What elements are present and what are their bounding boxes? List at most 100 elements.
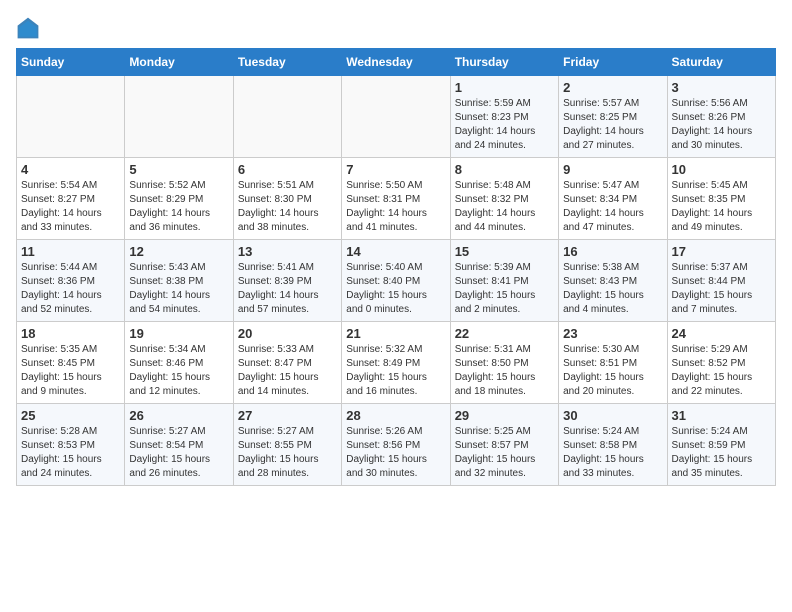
calendar-cell	[342, 76, 450, 158]
calendar-cell: 5 Sunrise: 5:52 AM Sunset: 8:29 PM Daylig…	[125, 158, 233, 240]
calendar-cell: 19 Sunrise: 5:34 AM Sunset: 8:46 PM Dayli…	[125, 322, 233, 404]
week-row-1: 1 Sunrise: 5:59 AM Sunset: 8:23 PM Daylig…	[17, 76, 776, 158]
calendar-cell: 14 Sunrise: 5:40 AM Sunset: 8:40 PM Dayli…	[342, 240, 450, 322]
day-number: 6	[238, 162, 337, 177]
day-info: Sunrise: 5:26 AM Sunset: 8:56 PM Dayligh…	[346, 425, 445, 481]
header	[16, 16, 776, 40]
day-info: Sunrise: 5:51 AM Sunset: 8:30 PM Dayligh…	[238, 179, 337, 235]
day-number: 1	[455, 80, 554, 95]
calendar-cell: 1 Sunrise: 5:59 AM Sunset: 8:23 PM Daylig…	[450, 76, 558, 158]
calendar-table: SundayMondayTuesdayWednesdayThursdayFrid…	[16, 48, 776, 486]
day-number: 20	[238, 326, 337, 341]
day-info: Sunrise: 5:40 AM Sunset: 8:40 PM Dayligh…	[346, 261, 445, 317]
calendar-cell: 26 Sunrise: 5:27 AM Sunset: 8:54 PM Dayli…	[125, 404, 233, 486]
calendar-cell: 4Sunrise: 5:54 AM Sunset: 8:27 PM Daylig…	[17, 158, 125, 240]
day-number: 28	[346, 408, 445, 423]
day-info: Sunrise: 5:37 AM Sunset: 8:44 PM Dayligh…	[672, 261, 771, 317]
day-number: 2	[563, 80, 662, 95]
calendar-cell: 31 Sunrise: 5:24 AM Sunset: 8:59 PM Dayli…	[667, 404, 775, 486]
day-info: Sunrise: 5:47 AM Sunset: 8:34 PM Dayligh…	[563, 179, 662, 235]
calendar-cell: 22Sunrise: 5:31 AM Sunset: 8:50 PM Dayli…	[450, 322, 558, 404]
day-info: Sunrise: 5:44 AM Sunset: 8:36 PM Dayligh…	[21, 261, 120, 317]
day-info: Sunrise: 5:30 AM Sunset: 8:51 PM Dayligh…	[563, 343, 662, 399]
calendar-cell: 8 Sunrise: 5:48 AM Sunset: 8:32 PM Daylig…	[450, 158, 558, 240]
calendar-cell: 9Sunrise: 5:47 AM Sunset: 8:34 PM Daylig…	[559, 158, 667, 240]
calendar-cell: 18Sunrise: 5:35 AM Sunset: 8:45 PM Dayli…	[17, 322, 125, 404]
day-info: Sunrise: 5:59 AM Sunset: 8:23 PM Dayligh…	[455, 97, 554, 153]
day-number: 19	[129, 326, 228, 341]
day-number: 12	[129, 244, 228, 259]
day-number: 31	[672, 408, 771, 423]
day-info: Sunrise: 5:41 AM Sunset: 8:39 PM Dayligh…	[238, 261, 337, 317]
calendar-cell: 11 Sunrise: 5:44 AM Sunset: 8:36 PM Dayli…	[17, 240, 125, 322]
day-number: 16	[563, 244, 662, 259]
calendar-cell: 29Sunrise: 5:25 AM Sunset: 8:57 PM Dayli…	[450, 404, 558, 486]
day-info: Sunrise: 5:32 AM Sunset: 8:49 PM Dayligh…	[346, 343, 445, 399]
calendar-cell: 15Sunrise: 5:39 AM Sunset: 8:41 PM Dayli…	[450, 240, 558, 322]
calendar-cell: 3 Sunrise: 5:56 AM Sunset: 8:26 PM Daylig…	[667, 76, 775, 158]
calendar-cell: 28 Sunrise: 5:26 AM Sunset: 8:56 PM Dayli…	[342, 404, 450, 486]
day-info: Sunrise: 5:57 AM Sunset: 8:25 PM Dayligh…	[563, 97, 662, 153]
day-info: Sunrise: 5:56 AM Sunset: 8:26 PM Dayligh…	[672, 97, 771, 153]
calendar-cell: 30Sunrise: 5:24 AM Sunset: 8:58 PM Dayli…	[559, 404, 667, 486]
day-header-monday: Monday	[125, 49, 233, 76]
day-info: Sunrise: 5:52 AM Sunset: 8:29 PM Dayligh…	[129, 179, 228, 235]
day-info: Sunrise: 5:48 AM Sunset: 8:32 PM Dayligh…	[455, 179, 554, 235]
day-number: 15	[455, 244, 554, 259]
day-number: 8	[455, 162, 554, 177]
week-row-4: 18Sunrise: 5:35 AM Sunset: 8:45 PM Dayli…	[17, 322, 776, 404]
day-number: 17	[672, 244, 771, 259]
day-number: 14	[346, 244, 445, 259]
calendar-cell	[17, 76, 125, 158]
day-info: Sunrise: 5:38 AM Sunset: 8:43 PM Dayligh…	[563, 261, 662, 317]
day-info: Sunrise: 5:31 AM Sunset: 8:50 PM Dayligh…	[455, 343, 554, 399]
day-number: 3	[672, 80, 771, 95]
calendar-cell	[125, 76, 233, 158]
day-number: 21	[346, 326, 445, 341]
calendar-cell: 20 Sunrise: 5:33 AM Sunset: 8:47 PM Dayli…	[233, 322, 341, 404]
day-number: 25	[21, 408, 120, 423]
calendar-cell: 6 Sunrise: 5:51 AM Sunset: 8:30 PM Daylig…	[233, 158, 341, 240]
calendar-cell	[233, 76, 341, 158]
day-info: Sunrise: 5:24 AM Sunset: 8:59 PM Dayligh…	[672, 425, 771, 481]
day-number: 11	[21, 244, 120, 259]
calendar-cell: 12Sunrise: 5:43 AM Sunset: 8:38 PM Dayli…	[125, 240, 233, 322]
day-info: Sunrise: 5:50 AM Sunset: 8:31 PM Dayligh…	[346, 179, 445, 235]
day-info: Sunrise: 5:28 AM Sunset: 8:53 PM Dayligh…	[21, 425, 120, 481]
logo-icon	[16, 16, 40, 40]
logo	[16, 16, 44, 40]
day-header-wednesday: Wednesday	[342, 49, 450, 76]
day-info: Sunrise: 5:34 AM Sunset: 8:46 PM Dayligh…	[129, 343, 228, 399]
day-info: Sunrise: 5:27 AM Sunset: 8:54 PM Dayligh…	[129, 425, 228, 481]
calendar-header-row: SundayMondayTuesdayWednesdayThursdayFrid…	[17, 49, 776, 76]
calendar-cell: 7Sunrise: 5:50 AM Sunset: 8:31 PM Daylig…	[342, 158, 450, 240]
day-number: 27	[238, 408, 337, 423]
day-number: 24	[672, 326, 771, 341]
day-info: Sunrise: 5:24 AM Sunset: 8:58 PM Dayligh…	[563, 425, 662, 481]
calendar-cell: 21 Sunrise: 5:32 AM Sunset: 8:49 PM Dayli…	[342, 322, 450, 404]
calendar-cell: 27 Sunrise: 5:27 AM Sunset: 8:55 PM Dayli…	[233, 404, 341, 486]
day-header-friday: Friday	[559, 49, 667, 76]
week-row-5: 25 Sunrise: 5:28 AM Sunset: 8:53 PM Dayli…	[17, 404, 776, 486]
calendar-cell: 23 Sunrise: 5:30 AM Sunset: 8:51 PM Dayli…	[559, 322, 667, 404]
week-row-2: 4Sunrise: 5:54 AM Sunset: 8:27 PM Daylig…	[17, 158, 776, 240]
day-number: 4	[21, 162, 120, 177]
day-number: 23	[563, 326, 662, 341]
calendar-cell: 25 Sunrise: 5:28 AM Sunset: 8:53 PM Dayli…	[17, 404, 125, 486]
calendar-cell: 17 Sunrise: 5:37 AM Sunset: 8:44 PM Dayli…	[667, 240, 775, 322]
calendar-cell: 2 Sunrise: 5:57 AM Sunset: 8:25 PM Daylig…	[559, 76, 667, 158]
day-header-sunday: Sunday	[17, 49, 125, 76]
day-info: Sunrise: 5:29 AM Sunset: 8:52 PM Dayligh…	[672, 343, 771, 399]
day-header-saturday: Saturday	[667, 49, 775, 76]
day-number: 18	[21, 326, 120, 341]
calendar-cell: 24 Sunrise: 5:29 AM Sunset: 8:52 PM Dayli…	[667, 322, 775, 404]
day-info: Sunrise: 5:25 AM Sunset: 8:57 PM Dayligh…	[455, 425, 554, 481]
day-number: 26	[129, 408, 228, 423]
day-info: Sunrise: 5:27 AM Sunset: 8:55 PM Dayligh…	[238, 425, 337, 481]
day-header-tuesday: Tuesday	[233, 49, 341, 76]
day-number: 13	[238, 244, 337, 259]
day-header-thursday: Thursday	[450, 49, 558, 76]
day-number: 5	[129, 162, 228, 177]
day-info: Sunrise: 5:33 AM Sunset: 8:47 PM Dayligh…	[238, 343, 337, 399]
calendar-cell: 16 Sunrise: 5:38 AM Sunset: 8:43 PM Dayli…	[559, 240, 667, 322]
